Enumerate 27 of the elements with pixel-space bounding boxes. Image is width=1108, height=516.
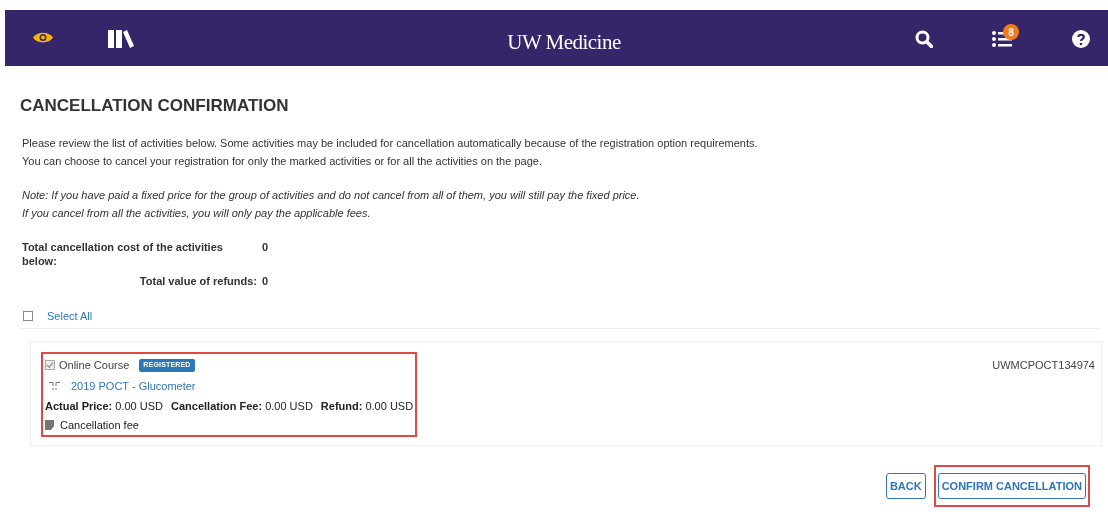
note-text: Note: If you have paid a fixed price for the group of activities and do not cancel from all of them, you will still pay the fixed price. (22, 187, 641, 203)
notification-badge: 8 (1003, 24, 1019, 40)
books-icon[interactable] (108, 30, 134, 48)
price-text: Cancellation Fee: 0.00 USD (171, 399, 313, 414)
activity-type: Online Course (59, 358, 130, 373)
paragraph: You can choose to cancel your registration for only the marked activities or for all the activities on the page. (22, 153, 543, 169)
logo-text: UW Medicine (506, 29, 622, 56)
page-heading: CANCELLATION CONFIRMATION (20, 95, 290, 117)
action-button[interactable]: BACK (885, 473, 926, 500)
action-button[interactable]: CONFIRM CANCELLATION (937, 473, 1086, 500)
total-label: Total value of refunds: (138, 273, 257, 288)
total-value: 0 (262, 239, 270, 254)
total-label: Total cancellation cost of the activities below: (22, 239, 224, 268)
checkbox[interactable] (23, 310, 33, 321)
price-text: Refund: 0.00 USD (320, 399, 414, 414)
select-all-link[interactable]: Select All (47, 307, 93, 324)
price-text: Actual Price: 0.00 USD (45, 399, 163, 414)
eye-icon[interactable] (32, 30, 54, 45)
activity-code: UWMCPOCT134974 (992, 358, 1095, 373)
search-icon[interactable] (915, 30, 933, 48)
collapse-icon (49, 380, 61, 391)
note-text: If you cancel from all the activities, you will only pay the applicable fees. (22, 205, 372, 221)
total-value: 0 (262, 273, 270, 288)
note-icon (45, 419, 54, 430)
fee-note: Cancellation fee (60, 417, 139, 433)
paragraph: Please review the list of activities below. Some activities may be included for cancellation automatically because of the registration option requirements. (22, 135, 759, 151)
help-icon[interactable] (1072, 30, 1090, 48)
